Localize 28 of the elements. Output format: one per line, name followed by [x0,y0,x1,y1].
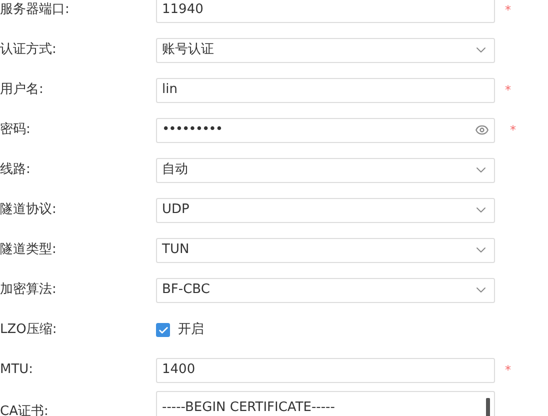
input-field[interactable]: lin [156,78,495,102]
select-field[interactable]: 账号认证 [156,38,495,62]
required-asterisk: * [505,362,511,379]
field-label: 加密算法: [0,281,58,300]
password-field[interactable]: ••••••••• [156,118,495,142]
select-field[interactable]: TUN [156,238,495,262]
field-label: 认证方式: [0,41,58,60]
select-field[interactable]: 自动 [156,158,495,182]
required-asterisk: * [510,122,516,139]
textarea-field[interactable]: -----BEGIN CERTIFICATE----- [156,391,495,416]
input-field[interactable]: 11940 [156,0,495,22]
field-label: 隧道协议: [0,201,58,220]
checkbox-label: 开启 [178,321,204,340]
check-icon [158,324,168,336]
select-field[interactable]: UDP [156,198,495,222]
field-label: LZO压缩: [0,321,58,340]
field-label: MTU: [0,361,34,380]
input-field[interactable]: 1400 [156,358,495,382]
field-label: 隧道类型: [0,241,58,260]
field-label: 线路: [0,161,32,180]
field-label: 服务器端口: [0,1,70,20]
field-label: 密码: [0,121,32,140]
checkbox[interactable] [156,323,170,337]
field-label: 用户名: [0,81,44,100]
select-field[interactable]: BF-CBC [156,278,495,302]
required-asterisk: * [505,82,511,99]
eye-icon[interactable] [475,123,489,137]
required-asterisk: * [505,2,511,19]
